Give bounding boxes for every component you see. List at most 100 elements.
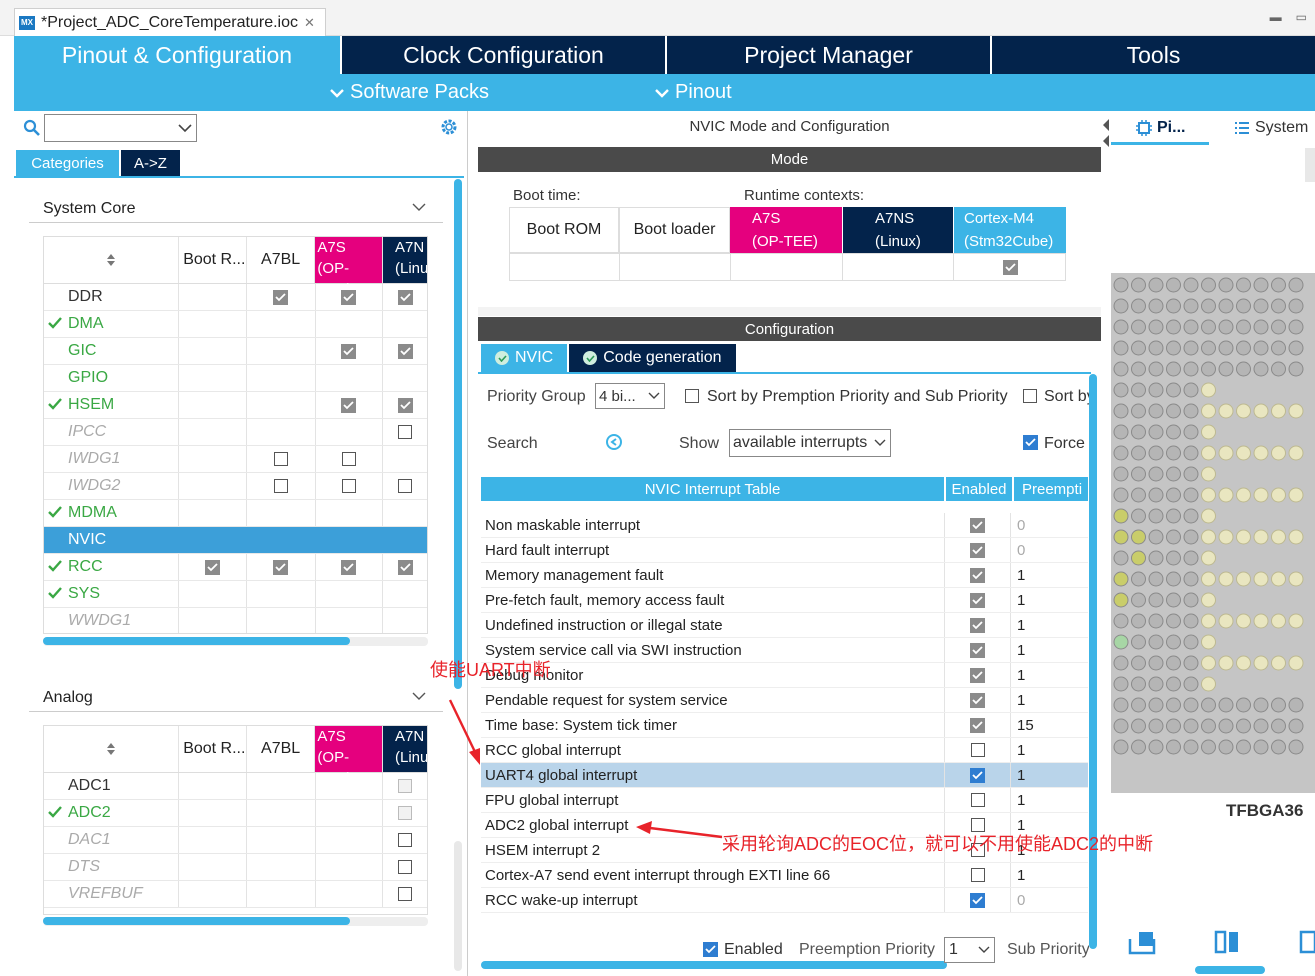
pin-ball[interactable] [1236,445,1251,461]
preemption-value[interactable]: 1 [1011,613,1087,637]
context-checkbox[interactable] [341,289,357,305]
file-tab[interactable]: MX *Project_ADC_CoreTemperature.ioc ✕ [14,8,326,36]
pin-ball[interactable] [1166,739,1181,755]
pin-ball[interactable] [1201,571,1216,587]
pin-ball[interactable] [1131,592,1146,608]
context-checkbox[interactable] [341,397,357,413]
pin-ball[interactable] [1183,697,1199,713]
pin-ball[interactable] [1201,508,1216,524]
horizontal-scrollbar-analog[interactable] [43,917,350,925]
pin-ball[interactable] [1148,403,1164,419]
pin-ball[interactable] [1113,613,1129,629]
enabled-checkbox[interactable] [970,617,985,633]
pin-ball[interactable] [1253,697,1269,713]
enabled-checkbox[interactable] [970,692,985,708]
list-item[interactable]: ADC1 [44,773,427,800]
pin-ball[interactable] [1113,655,1129,671]
pin-ball[interactable] [1148,508,1164,524]
chip-package-view[interactable] [1111,273,1315,793]
minimize-icon[interactable]: ▬ [1270,10,1282,24]
pin-ball[interactable] [1166,466,1181,482]
pin-ball[interactable] [1271,445,1286,461]
pin-ball[interactable] [1183,298,1199,314]
context-checkbox[interactable] [397,397,413,413]
sort-by-checkbox[interactable] [1023,389,1037,403]
context-checkbox[interactable] [341,452,356,466]
pin-ball[interactable] [1113,718,1129,734]
pin-ball[interactable] [1218,403,1234,419]
pin-ball[interactable] [1148,487,1164,503]
pin-ball[interactable] [1148,550,1164,566]
pin-ball[interactable] [1288,298,1304,314]
pin-ball[interactable] [1148,445,1164,461]
pin-ball[interactable] [1218,487,1234,503]
enabled-checkbox[interactable] [970,892,985,908]
context-checkbox[interactable] [398,887,413,901]
preemption-value[interactable]: 1 [1011,688,1087,712]
context-checkbox[interactable] [398,425,413,439]
pin-ball[interactable] [1236,403,1251,419]
preemption-value[interactable]: 1 [1011,788,1087,812]
pin-ball[interactable] [1183,466,1199,482]
enabled-checkbox[interactable] [970,567,985,583]
preemption-value[interactable]: 1 [1011,638,1087,662]
pin-ball[interactable] [1166,634,1181,650]
table-row[interactable]: Memory management fault 1 [481,563,1088,588]
pin-ball[interactable] [1183,403,1199,419]
pin-ball[interactable] [1166,676,1181,692]
pin-ball[interactable] [1201,424,1216,440]
pin-ball[interactable] [1271,403,1286,419]
pin-ball[interactable] [1166,361,1181,377]
pin-ball[interactable] [1113,277,1129,293]
pin-ball[interactable] [1288,613,1304,629]
pin-ball[interactable] [1113,319,1129,335]
pin-ball[interactable] [1288,529,1304,545]
pin-ball[interactable] [1183,676,1199,692]
gear-icon[interactable] [439,117,459,137]
tab-a-z[interactable]: A->Z [121,150,180,176]
pin-ball[interactable] [1183,529,1199,545]
pin-ball[interactable] [1148,298,1164,314]
pin-ball[interactable] [1113,340,1129,356]
nvic-vertical-scrollbar[interactable] [1089,374,1097,949]
pin-ball[interactable] [1183,655,1199,671]
preemption-value[interactable]: 0 [1011,888,1087,912]
context-checkbox[interactable] [341,559,357,575]
horizontal-scrollbar[interactable] [43,637,350,645]
priority-group-select[interactable]: 4 bi... [595,383,665,409]
enabled-checkbox[interactable] [970,743,985,757]
pin-ball[interactable] [1218,298,1234,314]
pin-ball[interactable] [1113,466,1129,482]
pin-ball[interactable] [1113,697,1129,713]
pin-ball[interactable] [1253,403,1269,419]
pin-ball[interactable] [1148,529,1164,545]
pin-ball[interactable] [1253,340,1269,356]
split-view-icon[interactable] [1213,929,1243,955]
pin-ball[interactable] [1271,487,1286,503]
pin-ball[interactable] [1131,697,1146,713]
pin-ball[interactable] [1131,382,1146,398]
section-title-system-core[interactable]: System Core [43,200,135,218]
pin-ball[interactable] [1236,529,1251,545]
pin-ball[interactable] [1148,571,1164,587]
cortex-m4-checkbox[interactable] [1003,260,1018,275]
preemption-value[interactable]: 15 [1011,713,1087,737]
pin-ball[interactable] [1148,340,1164,356]
list-item[interactable]: NVIC [44,527,427,554]
pin-ball[interactable] [1201,445,1216,461]
maximize-icon[interactable]: ▭ [1296,10,1307,24]
list-item[interactable]: VREFBUF [44,881,427,908]
pin-ball[interactable] [1236,298,1251,314]
pin-ball[interactable] [1201,466,1216,482]
pin-ball[interactable] [1253,487,1269,503]
pin-ball[interactable] [1236,718,1251,734]
chevron-down-icon[interactable] [412,203,426,212]
pin-ball[interactable] [1201,676,1216,692]
pin-ball[interactable] [1288,487,1304,503]
tab-code-generation[interactable]: Code generation [569,344,736,372]
pin-ball[interactable] [1271,319,1286,335]
pin-ball[interactable] [1271,277,1286,293]
pin-ball[interactable] [1166,382,1181,398]
list-item[interactable]: DTS [44,854,427,881]
pin-ball[interactable] [1166,550,1181,566]
